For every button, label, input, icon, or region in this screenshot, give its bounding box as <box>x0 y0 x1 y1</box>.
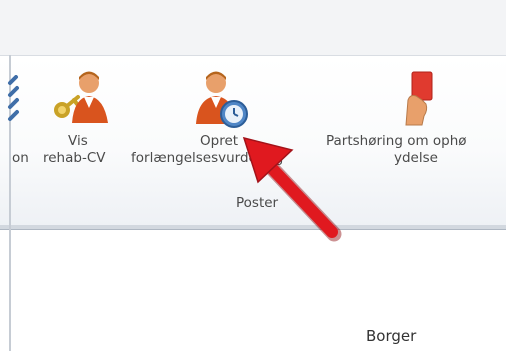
window-top-strip <box>0 0 506 55</box>
red-card-icon <box>405 71 433 126</box>
party-hearing-label-1: Partshøring om ophø <box>326 133 467 149</box>
ribbon-bottom-border <box>0 225 506 230</box>
view-rehab-cv-label-2: rehab-CV <box>43 150 106 166</box>
document-icon <box>8 75 19 121</box>
create-extension-label-2: forlængelsesvurdering <box>131 150 284 166</box>
view-rehab-cv-label-1: Vis <box>68 133 88 149</box>
ribbon-button-label: on <box>12 150 29 166</box>
create-extension-label-1: Opret <box>200 133 239 149</box>
person-key-icon <box>54 71 108 123</box>
ribbon-group-label: Poster <box>236 195 279 211</box>
party-hearing-label-2: ydelse <box>394 150 438 166</box>
person-clock-icon <box>196 71 248 128</box>
section-label-borger: Borger <box>366 327 417 345</box>
